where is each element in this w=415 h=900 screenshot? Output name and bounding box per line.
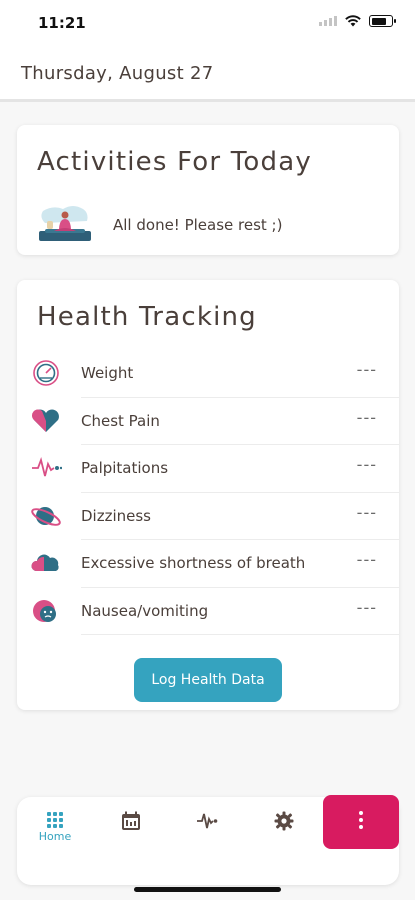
nav-activity[interactable]: [169, 797, 245, 857]
battery-icon: [369, 15, 396, 27]
health-item-palpitations[interactable]: Palpitations ---: [17, 445, 399, 493]
nav-home-label: Home: [38, 830, 72, 843]
activity-icon: [197, 813, 218, 829]
planet-icon: [31, 506, 61, 526]
activities-message: All done! Please rest ;): [113, 216, 283, 234]
nav-home[interactable]: Home: [17, 797, 93, 857]
current-date: Thursday, August 27: [21, 63, 214, 84]
health-item-value: ---: [356, 597, 377, 617]
health-item-value: ---: [356, 550, 377, 569]
activities-title: Activities For Today: [37, 147, 312, 177]
health-tracking-card: Health Tracking Weight --- Chest Pain --…: [17, 280, 399, 710]
row-divider: [81, 634, 399, 635]
weight-scale-icon: [33, 360, 59, 386]
health-item-value: ---: [356, 360, 377, 379]
health-tracking-title: Health Tracking: [37, 302, 257, 332]
status-bar: 11:21: [0, 0, 415, 46]
calendar-icon: [122, 811, 140, 830]
health-item-nausea[interactable]: Nausea/vomiting ---: [17, 588, 399, 635]
bottom-navigation: Home: [17, 795, 399, 885]
activities-card: Activities For Today All done! Please re…: [17, 125, 399, 255]
health-item-value: ---: [356, 407, 377, 427]
pulse-icon: [32, 456, 62, 477]
health-item-weight[interactable]: Weight ---: [17, 350, 399, 398]
health-item-value: ---: [356, 502, 377, 522]
health-item-chest-pain[interactable]: Chest Pain ---: [17, 398, 399, 445]
nausea-icon: [33, 599, 56, 622]
meditation-illustration-icon: [39, 206, 91, 241]
health-tracking-list: Weight --- Chest Pain --- Palpitations -…: [17, 350, 399, 635]
health-item-label: Nausea/vomiting: [81, 601, 209, 620]
health-item-label: Chest Pain: [81, 411, 160, 430]
health-item-label: Palpitations: [81, 459, 169, 477]
cellular-signal-icon: [319, 16, 337, 26]
nav-settings[interactable]: [246, 797, 322, 857]
settings-gear-icon: [274, 811, 294, 831]
health-item-dizziness[interactable]: Dizziness ---: [17, 493, 399, 540]
health-item-shortness-of-breath[interactable]: Excessive shortness of breath ---: [17, 540, 399, 588]
health-item-label: Weight: [81, 364, 134, 382]
health-item-label: Excessive shortness of breath: [81, 554, 306, 572]
nav-calendar[interactable]: [93, 797, 169, 857]
more-menu-button[interactable]: [323, 795, 399, 849]
wifi-icon: [345, 15, 361, 27]
cloud-icon: [31, 554, 59, 571]
home-indicator: [134, 887, 281, 892]
date-header: Thursday, August 27: [0, 46, 415, 102]
health-item-label: Dizziness: [81, 506, 151, 525]
status-time: 11:21: [38, 14, 86, 32]
heart-icon: [31, 408, 59, 432]
more-menu-icon: [359, 811, 363, 829]
status-icons: [319, 15, 396, 27]
log-health-data-button[interactable]: Log Health Data: [134, 658, 282, 702]
health-item-value: ---: [356, 455, 377, 474]
home-grid-icon: [47, 812, 63, 828]
